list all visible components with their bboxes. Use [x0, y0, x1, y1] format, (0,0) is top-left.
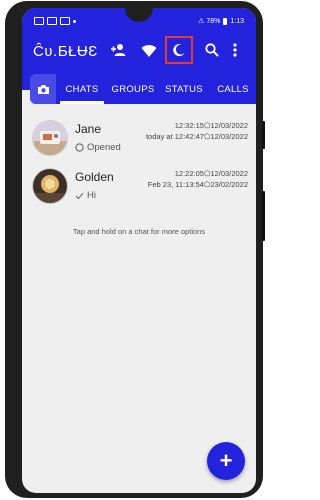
tab-chats[interactable]: CHATS: [56, 74, 108, 104]
power-button: [262, 191, 265, 241]
chat-time: 12:22:05⬠12/03/2022: [174, 169, 248, 178]
tab-calls[interactable]: CALLS: [210, 74, 256, 104]
phone-frame: ⚠ 78% 1:13 Ĉʋ.ƂŁɄƐ CHATS GROUPS STATUS C…: [5, 1, 265, 498]
chat-preview: Hi: [75, 190, 96, 201]
tab-status[interactable]: STATUS: [158, 74, 210, 104]
night-mode-icon[interactable]: [165, 36, 193, 64]
more-vert-icon[interactable]: [228, 39, 242, 61]
search-icon[interactable]: [201, 39, 223, 61]
status-right: ⚠ 78% 1:13: [198, 15, 244, 27]
plus-icon: +: [219, 448, 233, 473]
tab-bar: CHATS GROUPS STATUS CALLS: [30, 74, 256, 104]
square-icon: [34, 17, 44, 25]
wifi-icon[interactable]: [138, 39, 160, 61]
chat-time: 12:32:15⬠12/03/2022: [174, 121, 248, 130]
camera-notch: [125, 8, 153, 22]
app-title: Ĉʋ.ƂŁɄƐ: [33, 43, 98, 60]
battery-icon: [223, 17, 228, 25]
chat-preview: Opened: [75, 142, 121, 153]
tab-groups[interactable]: GROUPS: [108, 74, 158, 104]
camera-icon: [37, 84, 49, 94]
volume-button: [262, 121, 265, 149]
dot-icon: [73, 19, 76, 23]
chat-row-jane[interactable]: Jane Opened 12:32:15⬠12/03/2022 today at…: [22, 116, 256, 164]
check-icon: [75, 192, 84, 199]
new-chat-button[interactable]: +: [207, 442, 245, 480]
square-icon: [60, 17, 70, 25]
square-icon: [47, 17, 57, 25]
avatar: [32, 168, 68, 204]
camera-tab[interactable]: [30, 74, 56, 104]
chat-name: Jane: [75, 122, 102, 136]
opened-circle-icon: [75, 143, 84, 152]
status-time: 1:13: [230, 17, 244, 25]
chat-row-golden[interactable]: Golden Hi 12:22:05⬠12/03/2022 Feb 23, 11…: [22, 164, 256, 212]
hint-text: Tap and hold on a chat for more options: [72, 227, 206, 236]
battery-status: ⚠ 78%: [198, 18, 221, 25]
chat-preview-text: Opened: [87, 142, 121, 153]
screen: ⚠ 78% 1:13 Ĉʋ.ƂŁɄƐ CHATS GROUPS STATUS C…: [22, 8, 256, 493]
chat-name: Golden: [75, 170, 114, 184]
chat-time-secondary: today at 12:42:47⬠12/03/2022: [145, 132, 248, 141]
chat-preview-text: Hi: [87, 190, 96, 201]
toolbar: Ĉʋ.ƂŁɄƐ: [22, 35, 256, 67]
chat-time-secondary: Feb 23, 11:13:54⬠23/02/2022: [147, 180, 248, 189]
active-tab-indicator: [60, 101, 104, 104]
status-left: [34, 15, 76, 27]
avatar: [32, 120, 68, 156]
add-contact-icon[interactable]: [108, 39, 130, 61]
